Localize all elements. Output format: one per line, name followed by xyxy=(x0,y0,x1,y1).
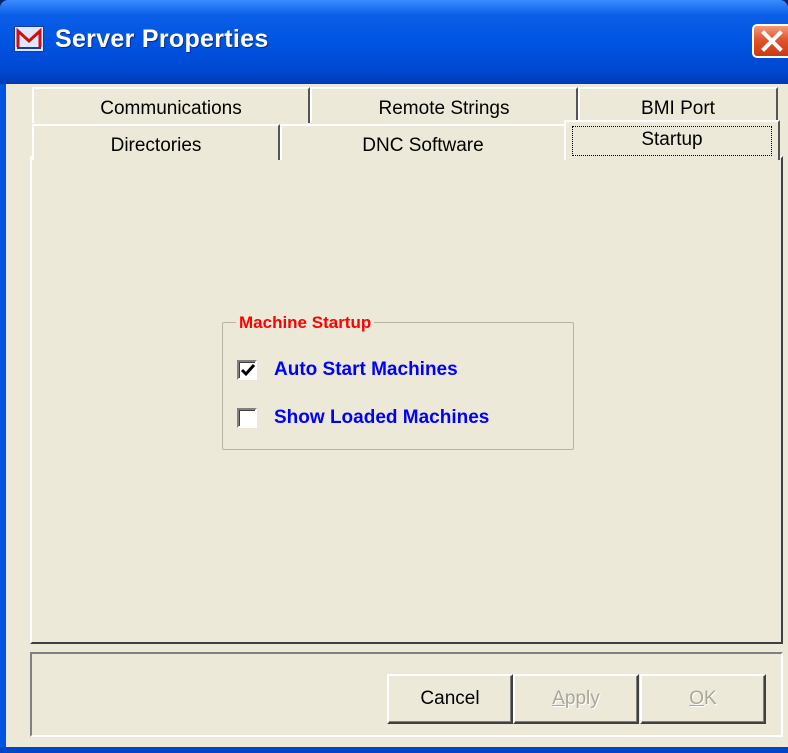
apply-button[interactable]: Apply xyxy=(513,674,639,724)
show-loaded-machines-label: Show Loaded Machines xyxy=(274,407,490,428)
tab-dnc-software[interactable]: DNC Software xyxy=(280,124,566,160)
window-title: Server Properties xyxy=(55,25,269,53)
tab-bmi-port[interactable]: BMI Port xyxy=(578,87,778,123)
tab-label: BMI Port xyxy=(641,98,715,119)
tab-label: Communications xyxy=(100,98,242,119)
auto-start-machines-option[interactable]: Auto Start Machines xyxy=(237,358,458,382)
tab-label: DNC Software xyxy=(362,135,484,156)
app-logo-icon xyxy=(14,26,44,52)
apply-mnemonic: A xyxy=(552,688,565,709)
tab-label: Directories xyxy=(110,135,202,156)
close-icon xyxy=(761,30,783,52)
tab-startup[interactable]: Startup xyxy=(564,120,780,160)
ok-label-rest: K xyxy=(704,688,717,709)
cancel-button[interactable]: Cancel xyxy=(387,674,513,724)
show-loaded-machines-checkbox[interactable] xyxy=(237,408,257,428)
window-frame-bottom xyxy=(0,747,788,753)
apply-label-rest: pply xyxy=(564,688,600,709)
auto-start-machines-checkbox[interactable] xyxy=(237,360,257,380)
machine-startup-groupbox xyxy=(222,322,574,450)
tab-remote-strings[interactable]: Remote Strings xyxy=(310,87,578,123)
ok-button[interactable]: OK xyxy=(640,674,766,724)
tab-directories[interactable]: Directories xyxy=(32,124,280,160)
focus-rectangle xyxy=(572,126,772,156)
tab-communications[interactable]: Communications xyxy=(32,87,310,123)
close-button[interactable] xyxy=(752,24,788,58)
checkmark-icon xyxy=(240,364,256,377)
title-bar[interactable]: Server Properties xyxy=(0,0,788,84)
auto-start-machines-label: Auto Start Machines xyxy=(274,359,458,380)
server-properties-dialog: Server Properties Communications Remote … xyxy=(0,0,788,753)
show-loaded-machines-option[interactable]: Show Loaded Machines xyxy=(237,406,489,430)
machine-startup-title: Machine Startup xyxy=(236,313,375,333)
ok-mnemonic: O xyxy=(689,688,705,709)
tab-label: Remote Strings xyxy=(378,98,510,119)
